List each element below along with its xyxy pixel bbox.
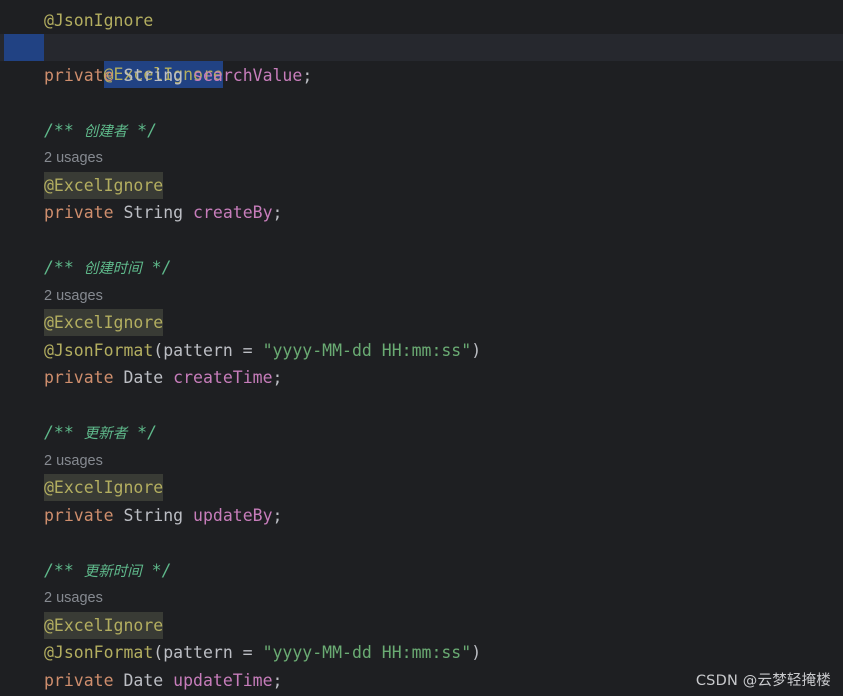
code-line[interactable]: private String updateBy;: [0, 502, 843, 529]
annotation-json-format: @JsonFormat(pattern = "yyyy-MM-dd HH:mm:…: [44, 337, 481, 364]
type-name: Date: [123, 671, 164, 690]
code-content: @ExcelIgnore: [44, 612, 164, 639]
code-line[interactable]: @ExcelIgnore: [0, 474, 843, 501]
usages-hint[interactable]: 2 usages: [44, 283, 103, 310]
type-name: String: [123, 203, 184, 222]
field-name: searchValue: [193, 66, 303, 85]
code-line[interactable]: private String createBy;: [0, 199, 843, 226]
keyword-private: private: [44, 66, 114, 85]
type-name: String: [123, 66, 184, 85]
code-line[interactable]: @JsonIgnore: [0, 7, 843, 34]
code-editor[interactable]: @JsonIgnore @ExcelIgnore private String …: [0, 0, 843, 696]
code-line[interactable]: @ExcelIgnore: [0, 612, 843, 639]
usages-hint[interactable]: 2 usages: [44, 145, 103, 172]
doc-comment-text: 更新者: [83, 426, 128, 442]
code-content: @ExcelIgnore: [44, 309, 164, 336]
doc-comment-open: /**: [44, 423, 84, 442]
field-declaration: private String searchValue;: [44, 62, 312, 89]
doc-comment-text: 创建者: [83, 124, 128, 140]
code-line-current[interactable]: @ExcelIgnore: [0, 34, 843, 88]
doc-comment-close: */: [127, 423, 158, 442]
annotation-excel-ignore: @ExcelIgnore: [44, 309, 164, 336]
usages-hint-line[interactable]: 2 usages: [0, 283, 843, 310]
code-line[interactable]: @ExcelIgnore: [0, 309, 843, 336]
type-name: Date: [123, 368, 164, 387]
string-literal: "yyyy-MM-dd HH:mm:ss": [262, 643, 472, 662]
field-name: createTime: [173, 368, 273, 387]
type-name: String: [123, 506, 184, 525]
doc-comment: /** 更新时间 */: [44, 557, 172, 586]
field-name: updateBy: [193, 506, 273, 525]
annotation-excel-ignore: @ExcelIgnore: [44, 612, 164, 639]
code-line[interactable]: @JsonFormat(pattern = "yyyy-MM-dd HH:mm:…: [0, 337, 843, 364]
code-line[interactable]: /** 创建时间 */: [0, 254, 843, 281]
annotation-name: @JsonFormat: [44, 643, 154, 662]
annotation-args-open: (pattern =: [153, 341, 263, 360]
doc-comment-open: /**: [44, 121, 84, 140]
semicolon: ;: [272, 368, 283, 387]
semicolon: ;: [302, 66, 313, 85]
doc-comment-close: */: [141, 258, 172, 277]
annotation-json-format: @JsonFormat(pattern = "yyyy-MM-dd HH:mm:…: [44, 639, 481, 666]
doc-comment-open: /**: [44, 258, 84, 277]
code-content: @ExcelIgnore: [44, 172, 164, 199]
code-line[interactable]: @ExcelIgnore: [0, 172, 843, 199]
semicolon: ;: [272, 203, 283, 222]
code-line[interactable]: @JsonFormat(pattern = "yyyy-MM-dd HH:mm:…: [0, 639, 843, 666]
csdn-watermark: CSDN @云梦轻掩楼: [695, 673, 831, 689]
annotation-args-close: ): [471, 643, 482, 662]
field-declaration: private String createBy;: [44, 199, 282, 226]
field-name: updateTime: [173, 671, 273, 690]
doc-comment-close: */: [127, 121, 158, 140]
usages-hint-line[interactable]: 2 usages: [0, 145, 843, 172]
annotation-name: @JsonFormat: [44, 341, 154, 360]
doc-comment: /** 创建时间 */: [44, 254, 172, 283]
keyword-private: private: [44, 671, 114, 690]
field-declaration: private Date updateTime;: [44, 667, 282, 694]
annotation-args-open: (pattern =: [153, 643, 263, 662]
doc-comment-text: 更新时间: [83, 564, 142, 580]
code-line[interactable]: /** 更新者 */: [0, 419, 843, 446]
semicolon: ;: [272, 671, 283, 690]
annotation-json-ignore: @JsonIgnore: [44, 11, 154, 30]
code-line[interactable]: /** 创建者 */: [0, 117, 843, 144]
field-declaration: private String updateBy;: [44, 502, 282, 529]
doc-comment: /** 更新者 */: [44, 419, 157, 448]
usages-hint-line[interactable]: 2 usages: [0, 448, 843, 475]
string-literal: "yyyy-MM-dd HH:mm:ss": [262, 341, 472, 360]
code-content: @ExcelIgnore: [44, 474, 164, 501]
doc-comment-open: /**: [44, 561, 84, 580]
semicolon: ;: [272, 506, 283, 525]
code-line[interactable]: private Date createTime;: [0, 364, 843, 391]
keyword-private: private: [44, 506, 114, 525]
keyword-private: private: [44, 203, 114, 222]
doc-comment-text: 创建时间: [83, 261, 142, 277]
annotation-excel-ignore: @ExcelIgnore: [44, 474, 164, 501]
doc-comment: /** 创建者 */: [44, 117, 157, 146]
annotation-excel-ignore: @ExcelIgnore: [44, 172, 164, 199]
doc-comment-close: */: [141, 561, 172, 580]
usages-hint-line[interactable]: 2 usages: [0, 585, 843, 612]
annotation-args-close: ): [471, 341, 482, 360]
selection-margin: [4, 34, 44, 61]
keyword-private: private: [44, 368, 114, 387]
usages-hint[interactable]: 2 usages: [44, 448, 103, 475]
code-line[interactable]: private String searchValue;: [0, 62, 843, 89]
code-line[interactable]: /** 更新时间 */: [0, 557, 843, 584]
usages-hint[interactable]: 2 usages: [44, 585, 103, 612]
field-name: createBy: [193, 203, 273, 222]
field-declaration: private Date createTime;: [44, 364, 282, 391]
